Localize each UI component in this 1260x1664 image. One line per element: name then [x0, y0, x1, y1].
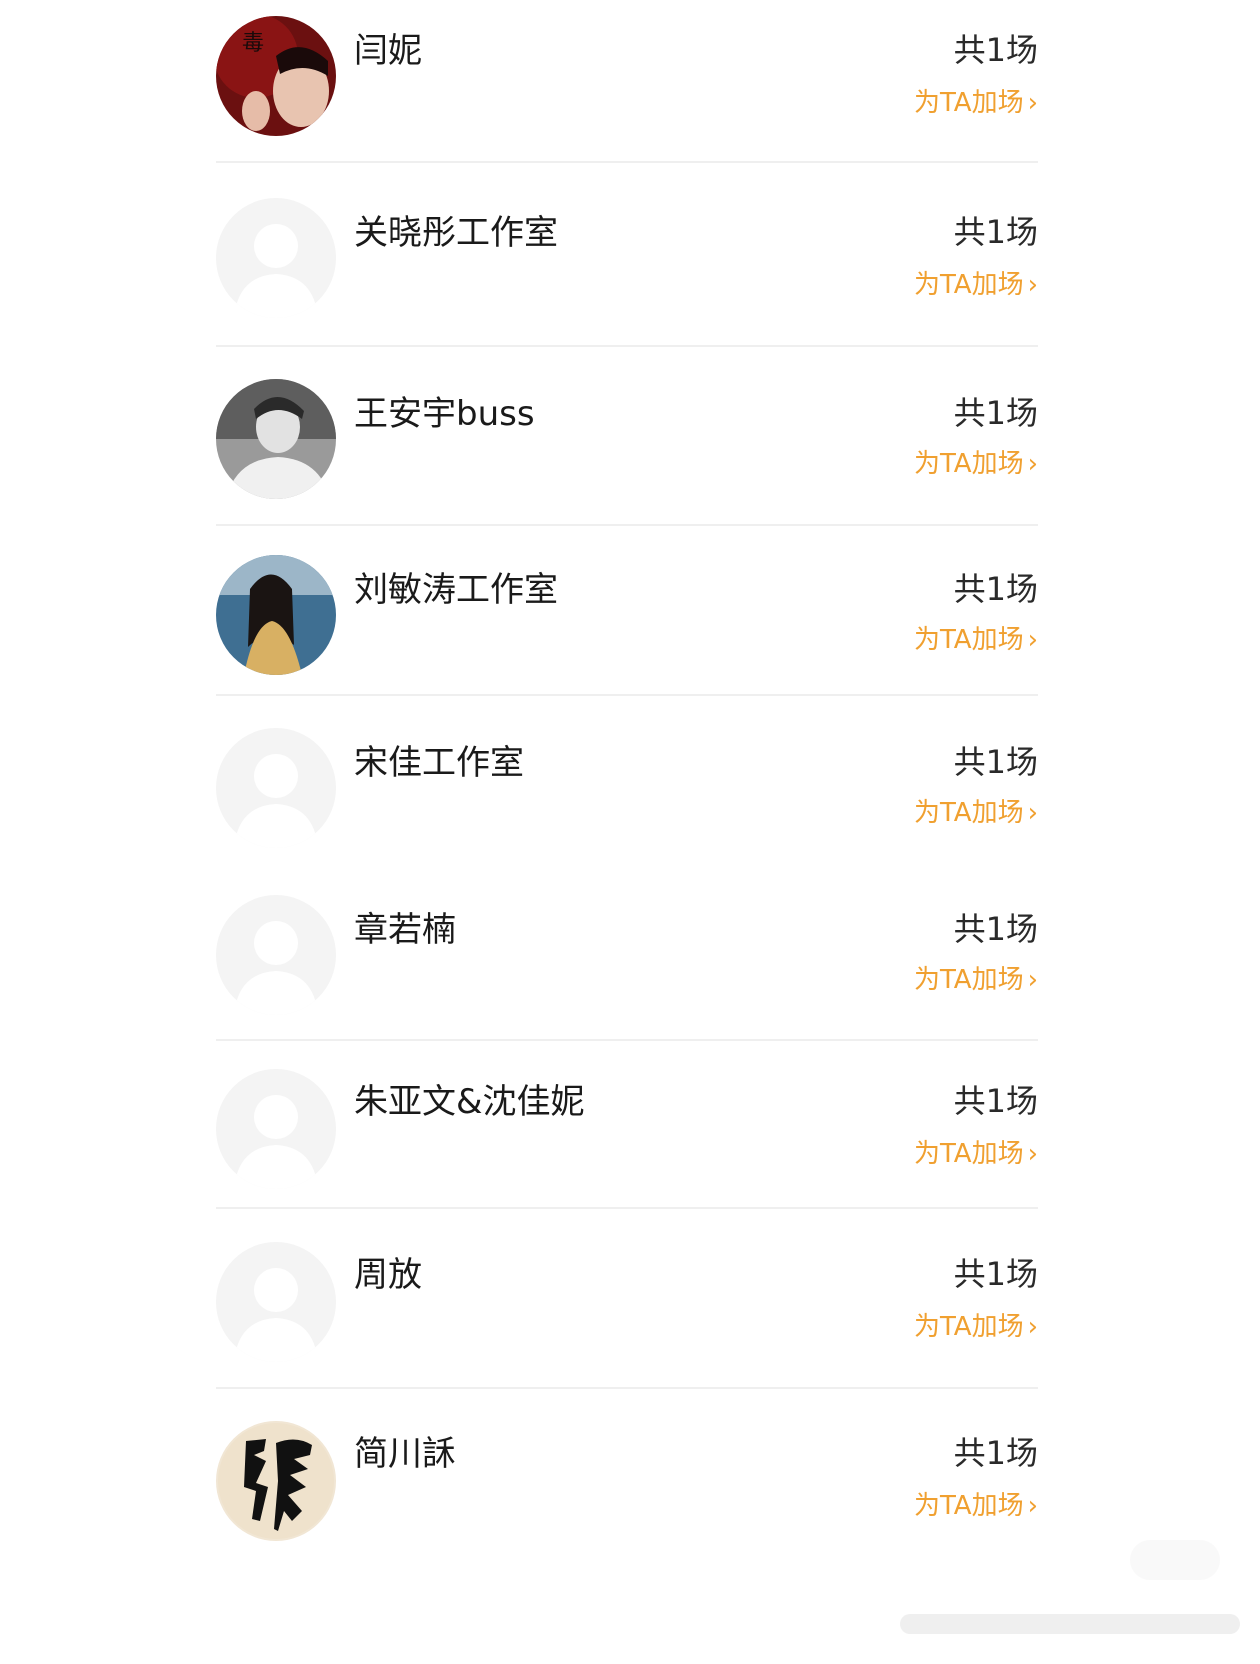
add-show-link[interactable]: 为TA加场 › — [914, 1493, 1038, 1519]
add-show-link[interactable]: 为TA加场 › — [914, 1141, 1038, 1167]
add-show-link[interactable]: 为TA加场 › — [914, 1314, 1038, 1340]
avatar[interactable] — [216, 728, 336, 848]
divider — [216, 1387, 1038, 1389]
list-item[interactable]: 王安宇buss 共1场 为TA加场 › — [216, 379, 1038, 519]
add-show-link[interactable]: 为TA加场 › — [914, 967, 1038, 993]
chevron-right-icon: › — [1027, 625, 1038, 655]
avatar[interactable] — [216, 555, 336, 675]
avatar[interactable] — [216, 198, 336, 318]
show-count: 共1场 — [953, 213, 1038, 251]
avatar[interactable]: 毒 — [216, 16, 336, 136]
add-show-link[interactable]: 为TA加场 › — [914, 90, 1038, 116]
add-show-label: 为TA加场 — [913, 965, 1024, 995]
chevron-right-icon: › — [1027, 88, 1038, 118]
scroll-indicator — [900, 1614, 1240, 1634]
photo-red-portrait-icon: 毒 — [216, 16, 336, 136]
performer-name: 朱亚文&沈佳妮 — [354, 1082, 585, 1122]
svg-text:毒: 毒 — [242, 31, 264, 56]
avatar[interactable] — [216, 1069, 336, 1189]
performer-name: 关晓彤工作室 — [354, 213, 558, 253]
show-count: 共1场 — [953, 1255, 1038, 1293]
list-item[interactable]: 章若楠 共1场 为TA加场 › — [216, 895, 1038, 1035]
performer-name: 闫妮 — [354, 31, 422, 71]
add-show-link[interactable]: 为TA加场 › — [914, 627, 1038, 653]
show-count: 共1场 — [953, 1082, 1038, 1120]
add-show-label: 为TA加场 — [913, 1312, 1024, 1342]
chevron-right-icon: › — [1027, 1491, 1038, 1521]
add-show-label: 为TA加场 — [913, 1491, 1024, 1521]
add-show-link[interactable]: 为TA加场 › — [914, 272, 1038, 298]
divider — [216, 524, 1038, 526]
show-count: 共1场 — [953, 910, 1038, 948]
performer-name: 王安宇buss — [354, 394, 535, 434]
divider — [216, 694, 1038, 696]
list-item[interactable]: 毒 闫妮 共1场 为TA加场 › — [216, 16, 1038, 156]
default-avatar-icon — [216, 198, 336, 318]
chevron-right-icon: › — [1027, 270, 1038, 300]
chevron-right-icon: › — [1027, 1139, 1038, 1169]
performer-list: 毒 闫妮 共1场 为TA加场 › 关晓彤工作室 共1场 为TA加场 › 王安宇b… — [216, 0, 1038, 1664]
default-avatar-icon — [216, 1242, 336, 1362]
list-item[interactable]: 朱亚文&沈佳妮 共1场 为TA加场 › — [216, 1069, 1038, 1209]
list-item[interactable]: 宋佳工作室 共1场 为TA加场 › — [216, 728, 1038, 868]
show-count: 共1场 — [953, 1434, 1038, 1472]
photo-bw-portrait-icon — [216, 379, 336, 499]
add-show-label: 为TA加场 — [913, 88, 1024, 118]
add-show-label: 为TA加场 — [913, 270, 1024, 300]
divider — [216, 1039, 1038, 1041]
performer-name: 章若楠 — [354, 910, 456, 950]
show-count: 共1场 — [953, 570, 1038, 608]
add-show-link[interactable]: 为TA加场 › — [914, 800, 1038, 826]
add-show-label: 为TA加场 — [913, 449, 1024, 479]
add-show-link[interactable]: 为TA加场 › — [914, 451, 1038, 477]
watermark — [1130, 1540, 1220, 1580]
default-avatar-icon — [216, 895, 336, 1015]
divider — [216, 161, 1038, 163]
chevron-right-icon: › — [1027, 798, 1038, 828]
list-item[interactable]: 简川訸 共1场 为TA加场 › — [216, 1421, 1038, 1561]
performer-name: 宋佳工作室 — [354, 743, 524, 783]
list-item[interactable]: 周放 共1场 为TA加场 › — [216, 1242, 1038, 1382]
show-count: 共1场 — [953, 394, 1038, 432]
list-item[interactable]: 关晓彤工作室 共1场 为TA加场 › — [216, 198, 1038, 338]
add-show-label: 为TA加场 — [913, 1139, 1024, 1169]
performer-name: 简川訸 — [354, 1434, 456, 1474]
default-avatar-icon — [216, 728, 336, 848]
add-show-label: 为TA加场 — [913, 625, 1024, 655]
performer-name: 刘敏涛工作室 — [354, 570, 558, 610]
avatar[interactable] — [216, 1242, 336, 1362]
divider — [216, 1207, 1038, 1209]
photo-sea-portrait-icon — [216, 555, 336, 675]
avatar[interactable] — [216, 379, 336, 499]
avatar[interactable] — [216, 1421, 336, 1541]
show-count: 共1场 — [953, 743, 1038, 781]
chevron-right-icon: › — [1027, 965, 1038, 995]
default-avatar-icon — [216, 1069, 336, 1189]
show-count: 共1场 — [953, 31, 1038, 69]
performer-name: 周放 — [354, 1255, 422, 1295]
list-item[interactable]: 刘敏涛工作室 共1场 为TA加场 › — [216, 555, 1038, 695]
calligraphy-avatar-icon — [216, 1421, 336, 1541]
avatar[interactable] — [216, 895, 336, 1015]
divider — [216, 345, 1038, 347]
chevron-right-icon: › — [1027, 449, 1038, 479]
add-show-label: 为TA加场 — [913, 798, 1024, 828]
chevron-right-icon: › — [1027, 1312, 1038, 1342]
